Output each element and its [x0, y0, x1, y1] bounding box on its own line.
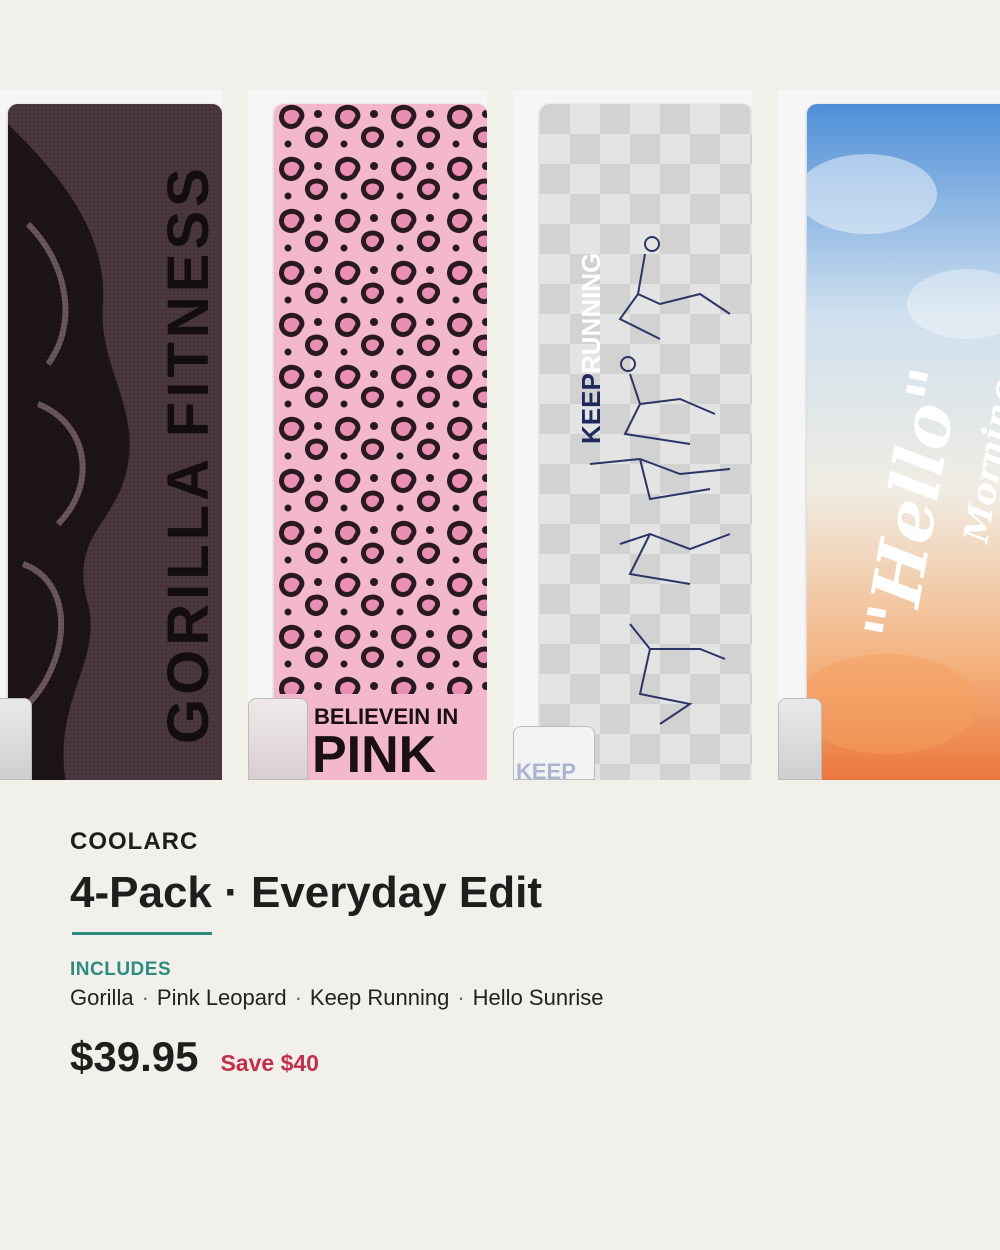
towel-pouch-hello-sunrise — [778, 698, 822, 780]
savings-badge: Save $40 — [220, 1050, 319, 1076]
towel-card-gorilla[interactable]: GORILLA FITNESS — [0, 90, 222, 780]
title-underline — [72, 932, 212, 935]
keep-running-print-text-a: KEEP — [576, 373, 606, 444]
towel-card-hello-sunrise[interactable]: "Hello" Morning — [778, 90, 1000, 780]
towel-pouch-gorilla — [0, 698, 32, 780]
towel-card-pink-leopard[interactable]: BELIEVEIN IN PINK — [248, 90, 487, 780]
brand-name: COOLARC — [70, 828, 199, 855]
product-image-gallery: GORILLA FITNESS BELIEVEIN IN PINK KEEP R… — [0, 90, 1000, 780]
includes-list: Gorilla · Pink Leopard · Keep Running · Hello … — [70, 985, 604, 1010]
price: $39.95 — [70, 1033, 199, 1080]
towel-image-hello-sunrise: "Hello" Morning — [807, 104, 1000, 780]
towel-image-gorilla: GORILLA FITNESS — [8, 104, 222, 780]
towel-card-keep-running[interactable]: KEEP RUNNING KEEP — [513, 90, 752, 780]
includes-item: Pink Leopard — [156, 985, 287, 1010]
product-info: COOLARC 4-Pack · Everyday Edit INCLUDES … — [70, 828, 930, 1081]
includes-item: Hello Sunrise — [472, 985, 604, 1010]
product-title: 4-Pack · Everyday Edit — [70, 868, 543, 917]
towel-image-keep-running: KEEP RUNNING — [540, 104, 752, 780]
gorilla-print-text: GORILLA FITNESS — [156, 164, 221, 744]
towel-image-pink-leopard: BELIEVEIN IN PINK — [274, 104, 487, 780]
keep-running-print-text-b: RUNNING — [576, 253, 606, 374]
towel-pouch-keep-running: KEEP — [513, 726, 595, 780]
pouch-label-keep: KEEP — [516, 759, 576, 780]
includes-label: INCLUDES — [70, 959, 172, 980]
leopard-print-text-2: PINK — [312, 726, 437, 780]
price-row: $39.95 Save $40 — [70, 1033, 930, 1081]
includes-item: Keep Running — [309, 985, 450, 1010]
includes-item: Gorilla — [70, 985, 134, 1010]
towel-pouch-pink-leopard — [248, 698, 308, 780]
